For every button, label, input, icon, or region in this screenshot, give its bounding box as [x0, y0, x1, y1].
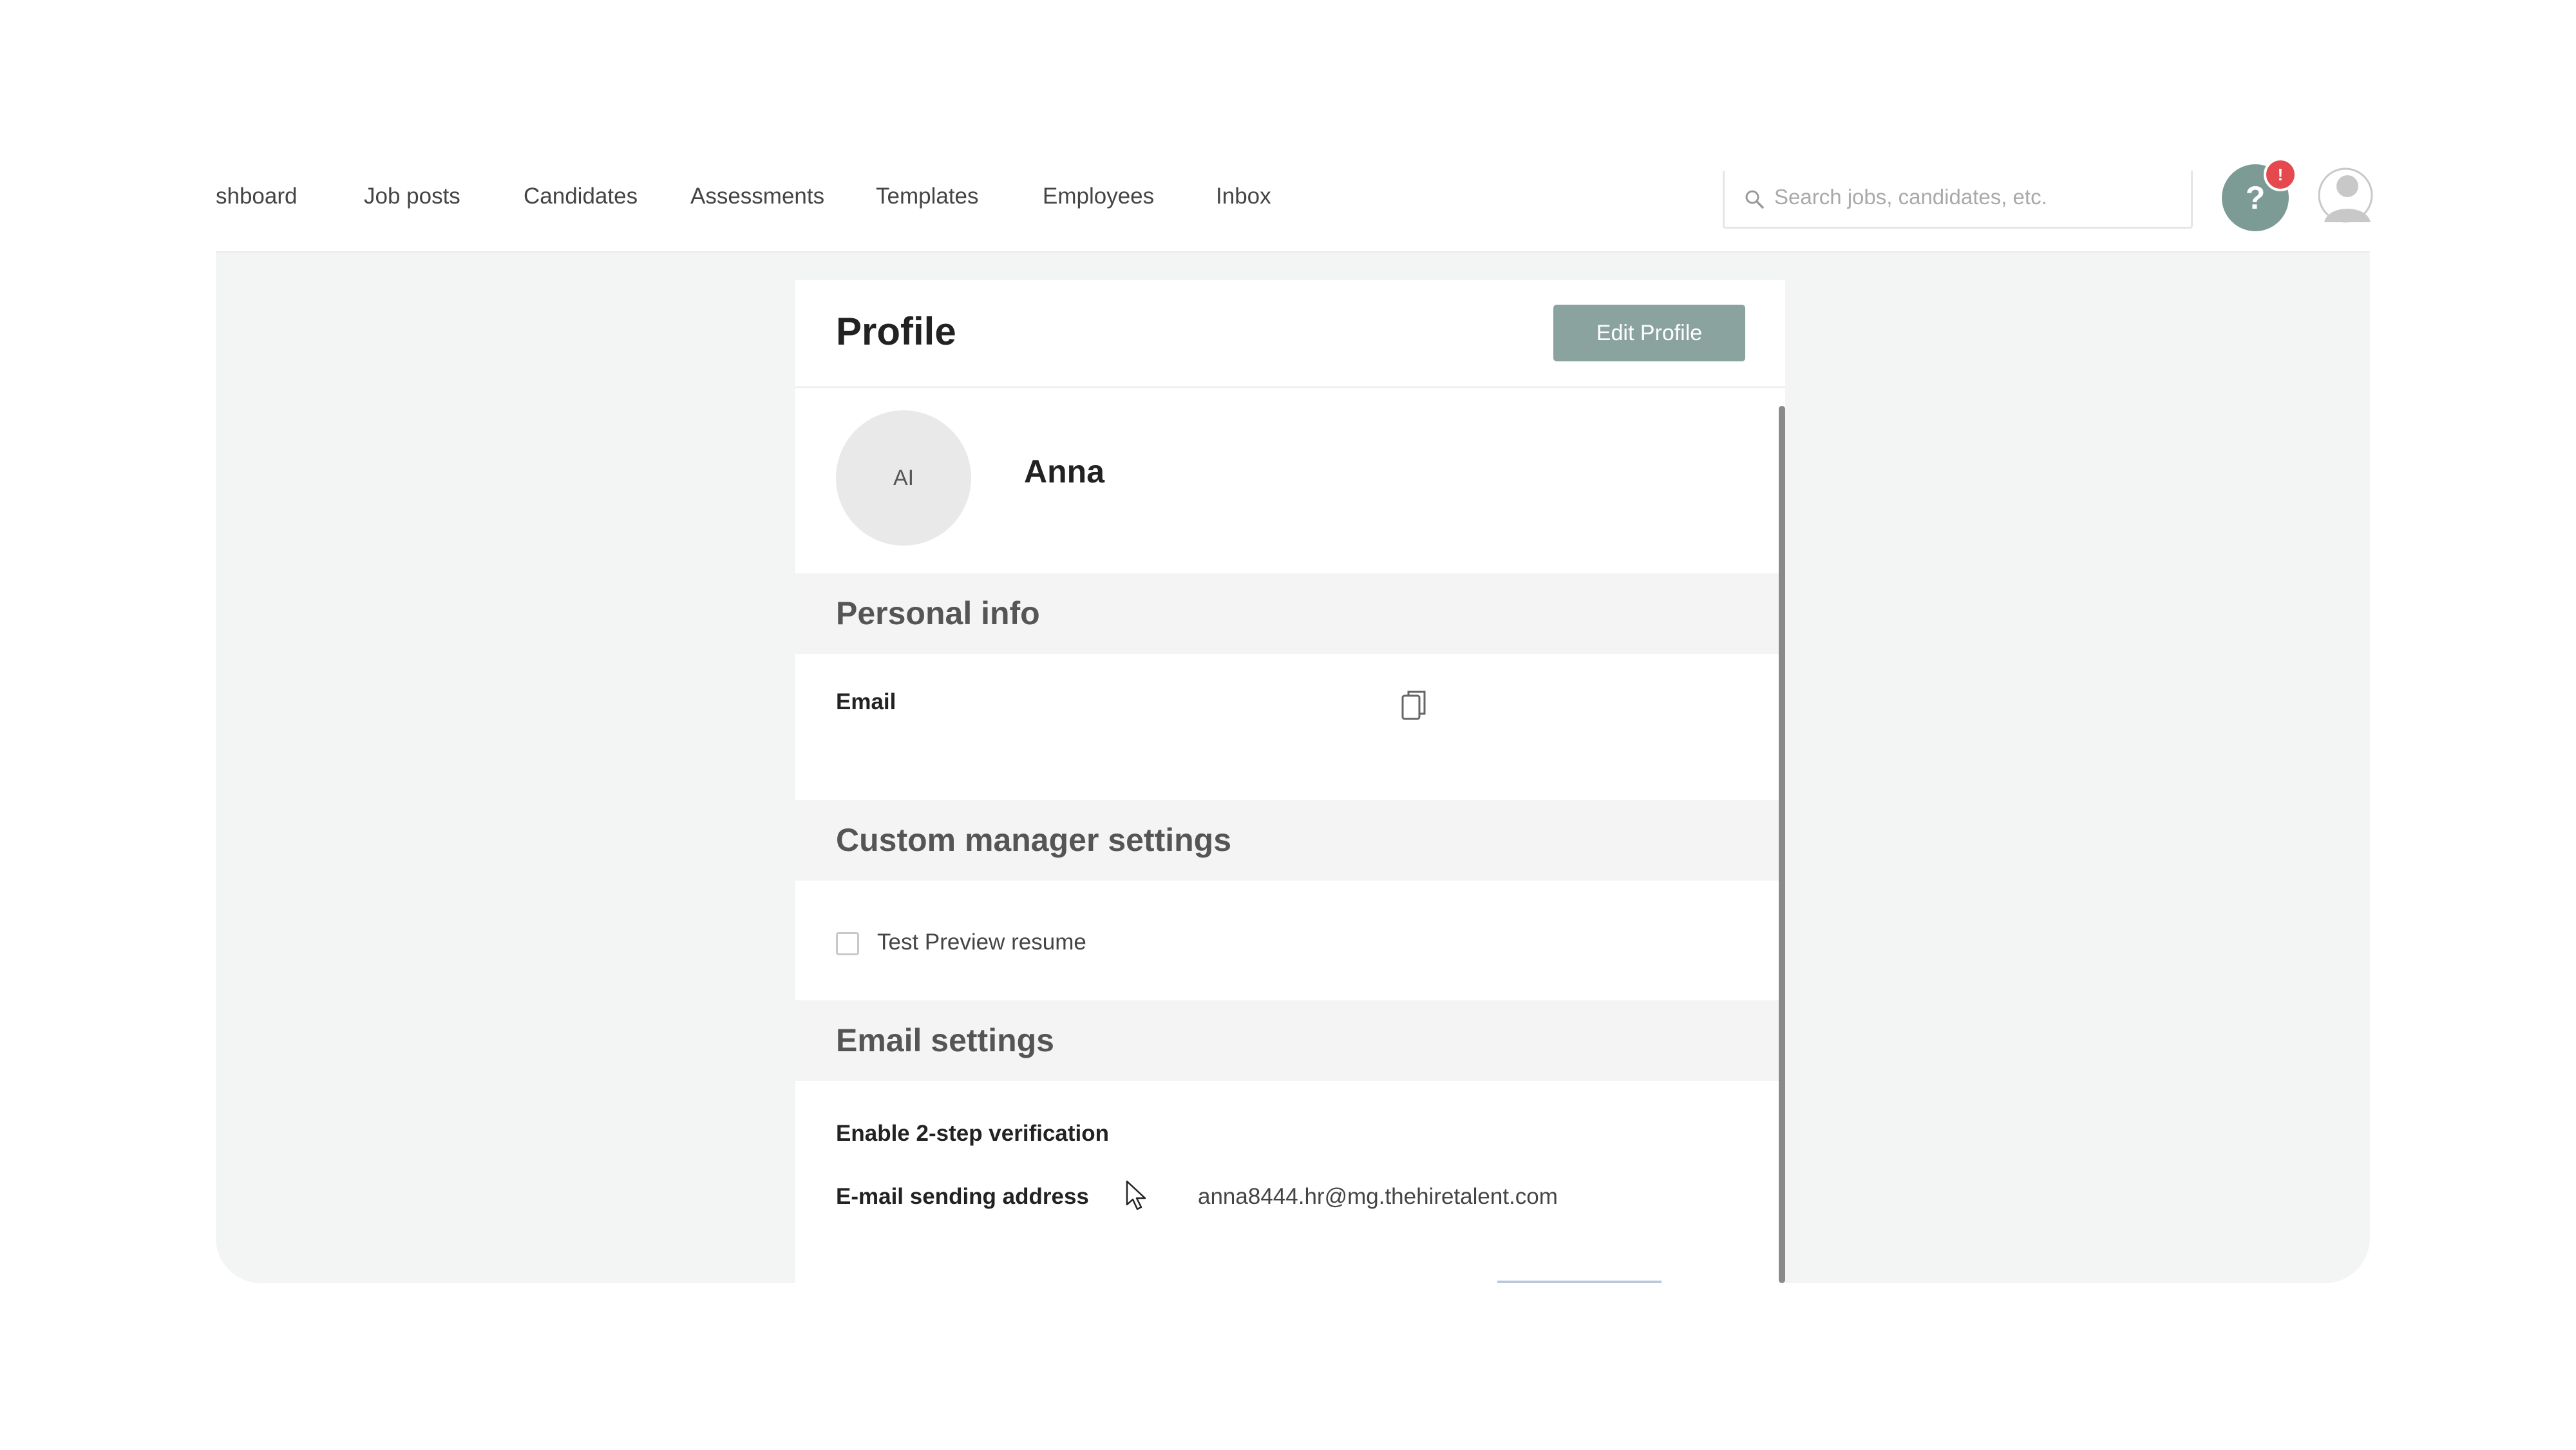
nav-item-employees[interactable]: Employees	[1043, 164, 1154, 229]
nav-item-inbox[interactable]: Inbox	[1216, 164, 1271, 229]
checkbox-label: Test Preview resume	[877, 930, 1086, 955]
section-email-settings: Email settings	[795, 1000, 1779, 1081]
notification-badge: !	[2264, 158, 2297, 191]
partial-button-edge	[1497, 1281, 1662, 1283]
card-header: Profile Edit Profile	[795, 280, 1785, 388]
section-heading: Custom manager settings	[836, 822, 1232, 858]
page-title: Profile	[836, 310, 956, 353]
nav-item-assessments[interactable]: Assessments	[690, 164, 824, 229]
profile-card: Profile Edit Profile AI Anna Personal in…	[795, 280, 1785, 1283]
card-scrollbar[interactable]	[1779, 406, 1785, 1283]
email-label: Email	[836, 689, 896, 714]
copy-icon[interactable]	[1401, 689, 1428, 721]
test-preview-resume-checkbox[interactable]	[836, 932, 859, 955]
edit-profile-button[interactable]: Edit Profile	[1553, 305, 1745, 361]
section-personal-info: Personal info	[795, 573, 1779, 654]
nav-item-candidates[interactable]: Candidates	[524, 164, 638, 229]
search-icon	[1745, 190, 1764, 209]
nav-item-dashboard[interactable]: shboard	[216, 164, 297, 229]
mouse-cursor-icon	[1126, 1180, 1146, 1210]
sending-address-label: E-mail sending address	[836, 1184, 1089, 1209]
section-custom-manager-settings: Custom manager settings	[795, 800, 1779, 881]
search-input[interactable]	[1773, 171, 2175, 224]
top-navigation: shboard Job posts Candidates Assessments…	[216, 158, 2373, 253]
nav-item-job-posts[interactable]: Job posts	[364, 164, 460, 229]
nav-item-templates[interactable]: Templates	[876, 164, 979, 229]
profile-name: Anna	[1024, 453, 1104, 490]
profile-avatar: AI	[836, 410, 971, 546]
two-step-verification-label: Enable 2-step verification	[836, 1121, 1110, 1146]
search-box[interactable]	[1723, 171, 2193, 229]
sending-address-value: anna8444.hr@mg.thehiretalent.com	[1198, 1184, 1558, 1209]
app-window: shboard Job posts Candidates Assessments…	[0, 0, 2576, 1450]
user-avatar-icon[interactable]	[2318, 166, 2373, 225]
section-heading: Email settings	[836, 1022, 1054, 1058]
section-heading: Personal info	[836, 595, 1040, 631]
